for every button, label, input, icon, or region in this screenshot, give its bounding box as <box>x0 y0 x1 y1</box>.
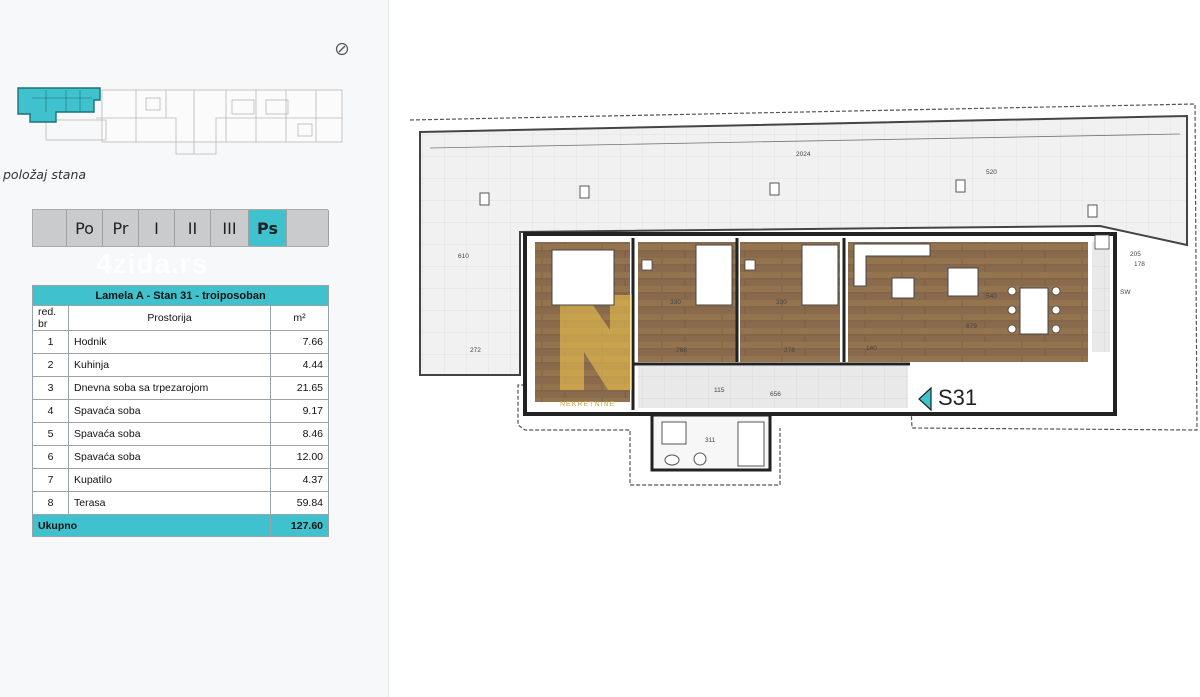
room-number: 7 <box>32 468 69 492</box>
table-row: 3 Dnevna soba sa trpezarojom 21.65 <box>32 376 330 400</box>
watermark-text: 4zida.rs <box>96 248 209 279</box>
dim-kitchen-width: 205 <box>1130 251 1141 258</box>
compass-icon <box>335 42 349 56</box>
room-number: 6 <box>32 445 69 469</box>
total-area: 127.60 <box>269 514 330 537</box>
room-area: 9.17 <box>269 399 330 423</box>
room-name: Spavaća soba <box>68 422 271 446</box>
room-name: Spavaća soba <box>68 445 271 469</box>
living-room-floor <box>848 242 1088 362</box>
table-row: 5 Spavaća soba 8.46 <box>32 422 330 446</box>
table-row: 6 Spavaća soba 12.00 <box>32 445 330 469</box>
dim-entry-width: 140 <box>866 345 877 352</box>
room-number: 4 <box>32 399 69 423</box>
dim-living-depth: 540 <box>986 293 997 300</box>
column-header-number: red. br <box>32 305 69 331</box>
floor-tab-iii[interactable]: III <box>211 210 249 246</box>
dim-left-width: 272 <box>470 347 481 354</box>
room-area: 59.84 <box>269 491 330 515</box>
dim-room4-depth: 330 <box>670 299 681 306</box>
room-name: Dnevna soba sa trpezarojom <box>68 376 271 400</box>
dim-bath-width: 311 <box>705 437 716 444</box>
floor-selector: Po Pr I II III Ps <box>32 209 329 247</box>
sw-label: SW <box>1120 289 1131 296</box>
building-keyplan <box>17 87 343 155</box>
floor-tab-i[interactable]: I <box>139 210 175 246</box>
dim-terrace-width: 2024 <box>796 151 811 158</box>
room-name: Kuhinja <box>68 353 271 377</box>
room-area: 12.00 <box>269 445 330 469</box>
floor-tab-pr[interactable]: Pr <box>103 210 139 246</box>
left-info-panel: položaj stana Po Pr I II III Ps 4zida.rs Lame… <box>0 0 389 697</box>
room-area: 8.46 <box>269 422 330 446</box>
dim-living-width: 679 <box>966 323 977 330</box>
room-name: Spavaća soba <box>68 399 271 423</box>
position-caption: položaj stana <box>3 167 87 182</box>
column-header-room: Prostorija <box>68 305 271 331</box>
room-area: 7.66 <box>269 330 330 354</box>
dim-room4-width: 268 <box>676 347 687 354</box>
room-number: 8 <box>32 491 69 515</box>
dim-terrace-depth: 520 <box>986 169 997 176</box>
table-row: 7 Kupatilo 4.37 <box>32 468 330 492</box>
apartment-label: S31 <box>938 385 978 410</box>
kitchen-floor <box>1092 242 1110 352</box>
dim-kitchen-depth: 178 <box>1134 261 1145 268</box>
dim-room5-width: 278 <box>784 347 795 354</box>
column-header-area: m² <box>269 305 330 331</box>
room-number: 3 <box>32 376 69 400</box>
dim-left-depth: 610 <box>458 253 469 260</box>
room-number: 2 <box>32 353 69 377</box>
room-name: Terasa <box>68 491 271 515</box>
apartment-entry-arrow-icon <box>918 386 932 412</box>
table-row: 1 Hodnik 7.66 <box>32 330 330 354</box>
agency-logo-text: NEKRETNINE <box>560 401 615 408</box>
room-number: 1 <box>32 330 69 354</box>
room-name: Hodnik <box>68 330 271 354</box>
floor-tab-ps[interactable]: Ps <box>249 210 287 246</box>
hallway-floor <box>638 366 908 408</box>
room-rows: 1 Hodnik 7.66 2 Kuhinja 4.44 3 Dnevna soba sa t… <box>32 330 330 515</box>
table-row: 2 Kuhinja 4.44 <box>32 353 330 377</box>
room-number: 5 <box>32 422 69 446</box>
room-area-table: Lamela A - Stan 31 - troiposoban red. br… <box>31 285 330 537</box>
room-area: 4.44 <box>269 353 330 377</box>
dim-hall-width: 656 <box>770 391 781 398</box>
dim-hall-depth: 115 <box>714 387 725 394</box>
floor-tab-spacer <box>287 210 329 246</box>
floor-tab-spacer <box>33 210 67 246</box>
room-area: 21.65 <box>269 376 330 400</box>
room-area: 4.37 <box>269 468 330 492</box>
dim-room5-depth: 330 <box>776 299 787 306</box>
apartment-floor-plan: NEKRETNINE 2024 520 610 272 268 278 330 … <box>409 103 1198 486</box>
table-title: Lamela A - Stan 31 - troiposoban <box>31 285 330 306</box>
table-row: 8 Terasa 59.84 <box>32 491 330 515</box>
floor-tab-ii[interactable]: II <box>175 210 211 246</box>
total-label: Ukupno <box>32 514 271 537</box>
table-row: 4 Spavaća soba 9.17 <box>32 399 330 423</box>
floor-tab-po[interactable]: Po <box>67 210 103 246</box>
room-name: Kupatilo <box>68 468 271 492</box>
